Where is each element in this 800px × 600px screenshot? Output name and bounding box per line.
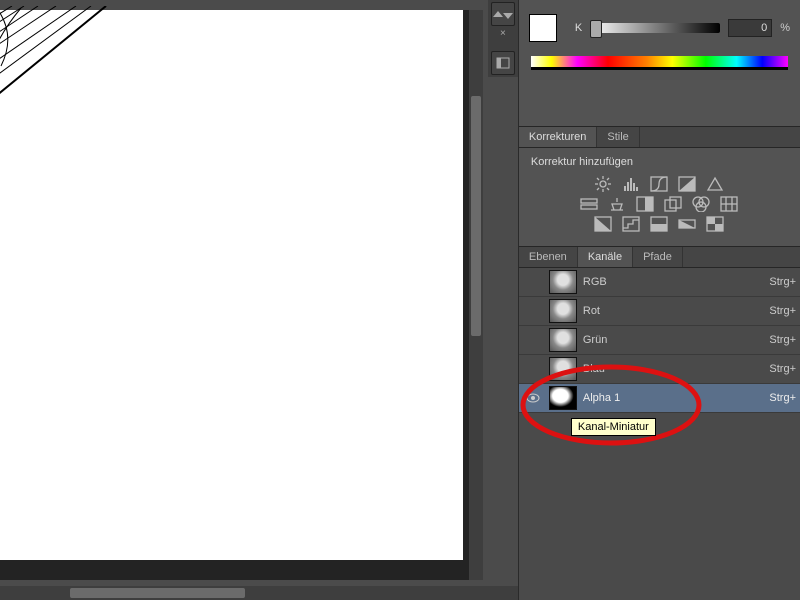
channel-row[interactable]: BlauStrg+ [519,355,800,384]
channel-mixer-icon[interactable] [692,196,710,212]
channel-thumbnail[interactable] [549,328,577,352]
color-balance-icon[interactable] [608,196,626,212]
canvas-content [0,6,116,126]
tab-kanaele[interactable]: Kanäle [578,247,633,267]
color-panel: K 0 % [519,0,800,127]
panel-dock: × [488,0,518,77]
channel-thumbnail[interactable] [549,386,577,410]
channel-name: Rot [583,305,770,317]
channel-thumbnail[interactable] [549,299,577,323]
right-panels: K 0 % Korrekturen Stile Korrektur hinzuf… [518,0,800,600]
percent-label: % [780,22,790,34]
channels-panel: Ebenen Kanäle Pfade RGBStrg+RotStrg+Grün… [519,247,800,600]
bw-icon[interactable] [636,196,654,212]
visibility-toggle[interactable] [523,303,543,319]
channel-list: RGBStrg+RotStrg+GrünStrg+BlauStrg+Alpha … [519,268,800,600]
channel-shortcut: Strg+ [769,276,796,288]
tab-pfade[interactable]: Pfade [633,247,683,267]
tab-ebenen[interactable]: Ebenen [519,247,578,267]
channel-row[interactable]: RotStrg+ [519,297,800,326]
exposure-icon[interactable] [678,176,696,192]
curves-icon[interactable] [650,176,668,192]
canvas-area: × [0,0,518,600]
channel-shortcut: Strg+ [769,334,796,346]
channel-thumbnail[interactable] [549,270,577,294]
tab-korrekturen[interactable]: Korrekturen [519,127,597,147]
tooltip: Kanal-Miniatur [571,418,656,436]
channel-thumbnail[interactable] [549,357,577,381]
k-label: K [575,22,582,34]
hue-sat-icon[interactable] [580,196,598,212]
posterize-icon[interactable] [622,216,640,232]
k-value-input[interactable]: 0 [728,19,772,37]
gradient-map-icon[interactable] [678,216,696,232]
close-icon[interactable]: × [488,28,518,39]
channel-shortcut: Strg+ [769,305,796,317]
brightness-icon[interactable] [594,176,612,192]
channel-name: Blau [583,363,770,375]
channel-name: Alpha 1 [583,392,770,404]
visibility-toggle[interactable] [523,332,543,348]
channel-row[interactable]: Alpha 1Strg+ [519,384,800,413]
collapse-button[interactable] [491,2,515,26]
visibility-toggle[interactable] [523,361,543,377]
canvas[interactable] [0,10,463,560]
photo-filter-icon[interactable] [664,196,682,212]
invert-icon[interactable] [594,216,612,232]
channel-shortcut: Strg+ [769,392,796,404]
vibrance-icon[interactable] [706,176,724,192]
vertical-scrollbar[interactable] [469,10,483,580]
visibility-toggle[interactable] [523,274,543,290]
panel-icon[interactable] [491,51,515,75]
levels-icon[interactable] [622,176,640,192]
foreground-swatch[interactable] [529,14,557,42]
threshold-icon[interactable] [650,216,668,232]
lookup-icon[interactable] [720,196,738,212]
channel-row[interactable]: GrünStrg+ [519,326,800,355]
selective-color-icon[interactable] [706,216,724,232]
channel-name: RGB [583,276,770,288]
hue-ramp[interactable] [531,56,788,70]
horizontal-scrollbar[interactable] [0,586,518,600]
tab-stile[interactable]: Stile [597,127,639,147]
adjustments-title: Korrektur hinzufügen [531,156,792,168]
visibility-toggle[interactable] [523,390,543,406]
adjustments-panel: Korrekturen Stile Korrektur hinzufügen [519,127,800,247]
channel-shortcut: Strg+ [769,363,796,375]
k-slider[interactable] [590,23,720,33]
channel-name: Grün [583,334,770,346]
channel-row[interactable]: RGBStrg+ [519,268,800,297]
